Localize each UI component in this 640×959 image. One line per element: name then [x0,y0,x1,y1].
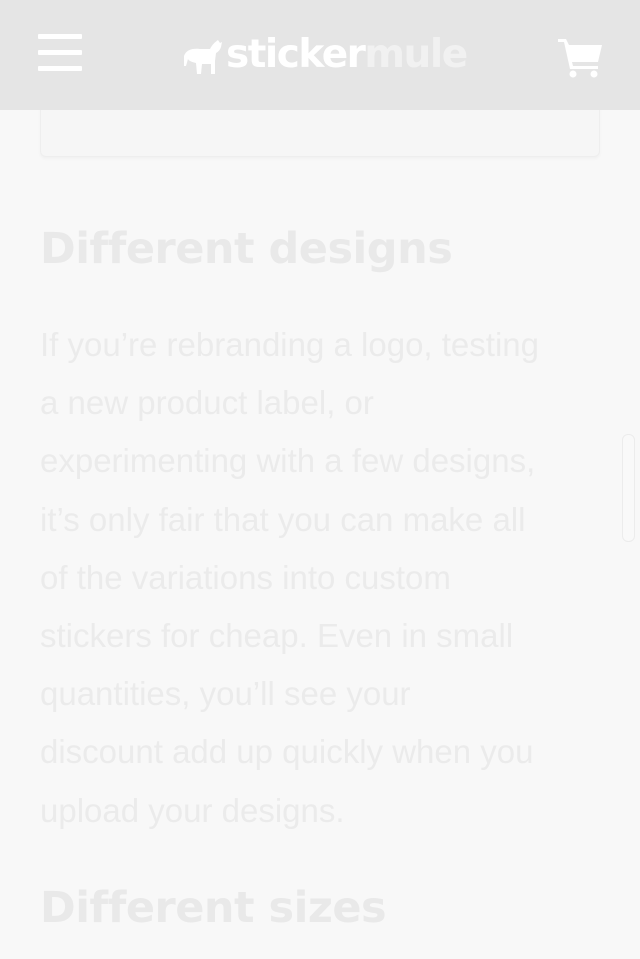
page: sticker mule Different designs If you’re … [0,0,640,959]
mule-icon [184,40,222,74]
section-heading-sizes: Different sizes [40,883,387,933]
top-navigation-bar: sticker mule [0,0,640,110]
hamburger-menu-icon[interactable] [38,34,82,72]
paragraph-line: If you’re rebranding a logo, testing [40,326,539,363]
logo-word-mule: mule [364,31,468,77]
menu-line [38,34,82,39]
menu-line [38,50,82,55]
cart-icon[interactable] [557,36,605,78]
menu-line [38,66,82,71]
section-paragraph-designs: If you’re rebranding a logo, testing a n… [40,316,610,840]
cart-icon-graphic [558,39,602,78]
section-heading-designs: Different designs [40,224,453,274]
paragraph-line: quantities, you’ll see your [40,675,411,713]
paragraph-line: a new product label, or [40,384,374,422]
paragraph-line: stickers for cheap. Even in small [40,617,514,655]
scrollbar-thumb[interactable] [622,434,635,542]
logo-word-sticker: sticker [226,31,366,77]
paragraph-line: experimenting with a few designs, [40,442,536,480]
stickermule-logo[interactable]: sticker mule [180,26,468,82]
paragraph-line: discount add up quickly when you [40,733,534,771]
paragraph-line: upload your designs. [40,791,345,829]
paragraph-line: of the variations into custom [40,558,451,596]
paragraph-line: it’s only fair that you can make all [40,500,526,538]
